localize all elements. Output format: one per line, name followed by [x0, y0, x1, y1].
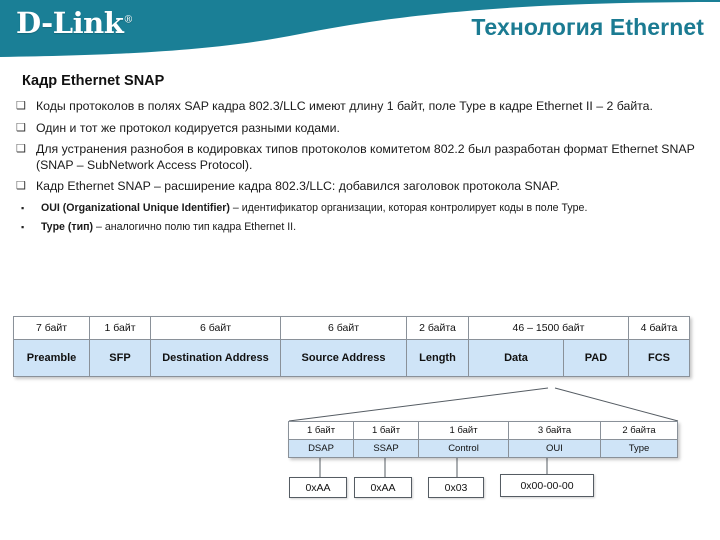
sub-bullet-desc: – идентификатор организации, которая кон…: [229, 201, 588, 214]
frame-size-cell: 6 байт: [281, 317, 407, 339]
value-box-dsap: 0xAA: [289, 477, 347, 498]
sub-bullet-term: Type (тип): [41, 220, 94, 233]
frame-field-sfp: SFP: [90, 340, 151, 376]
bullet-list: ❑ Коды протоколов в полях SAP кадра 802.…: [14, 99, 714, 239]
frame-field-preamble: Preamble: [14, 340, 90, 376]
bullet-text: Один и тот же протокол кодируется разным…: [36, 120, 340, 135]
snap-field-oui: OUI: [509, 440, 601, 457]
bullet-text: Для устранения разнобоя в кодировках тип…: [36, 142, 695, 172]
frame-field-pad: PAD: [564, 340, 629, 376]
frame-field-destination: Destination Address: [151, 340, 281, 376]
list-item: ❑ Кадр Ethernet SNAP – расширение кадра …: [14, 179, 714, 195]
value-box-ssap: 0xAA: [354, 477, 412, 498]
frame-size-cell: 46 – 1500 байт: [469, 317, 629, 339]
snap-header-table: 1 байт 1 байт 1 байт 3 байта 2 байта DSA…: [288, 421, 678, 458]
sub-list-item: ▪ Type (тип) – аналогично полю тип кадра…: [14, 220, 714, 234]
snap-field-ssap: SSAP: [354, 440, 419, 457]
square-bullet-icon: ❑: [16, 121, 26, 134]
square-bullet-icon: ❑: [16, 100, 26, 112]
snap-size-cell: 1 байт: [419, 422, 509, 439]
frame-size-cell: 2 байта: [407, 317, 469, 339]
page-title: Технология Ethernet: [471, 14, 704, 40]
sub-bullet-text: Type (тип) – аналогично полю тип кадра E…: [41, 220, 714, 234]
bullet-text: Кадр Ethernet SNAP – расширение кадра 80…: [36, 179, 560, 193]
frame-field-data: Data: [469, 340, 564, 376]
snap-size-cell: 1 байт: [289, 422, 354, 439]
dot-bullet-icon: ▪: [21, 221, 25, 232]
list-item: ❑ Для устранения разнобоя в кодировках т…: [14, 142, 714, 173]
snap-field-control: Control: [419, 440, 509, 457]
snap-size-cell: 1 байт: [354, 422, 419, 439]
frame-size-cell: 7 байт: [14, 317, 90, 339]
snap-name-row: DSAP SSAP Control OUI Type: [289, 439, 677, 457]
value-box-oui: 0x00-00-00: [500, 474, 594, 497]
frame-name-row: Preamble SFP Destination Address Source …: [14, 339, 689, 376]
slide-header: D-Link® Технология Ethernet: [0, 0, 720, 70]
frame-size-cell: 6 байт: [151, 317, 281, 339]
list-item: ❑ Один и тот же протокол кодируется разн…: [14, 121, 714, 137]
bullet-text: Коды протоколов в полях SAP кадра 802.3/…: [36, 99, 653, 113]
frame-size-row: 7 байт 1 байт 6 байт 6 байт 2 байта 46 –…: [14, 317, 689, 339]
ethernet-frame-table: 7 байт 1 байт 6 байт 6 байт 2 байта 46 –…: [13, 316, 690, 377]
frame-field-source: Source Address: [281, 340, 407, 376]
snap-size-cell: 2 байта: [601, 422, 677, 439]
dlink-logo: D-Link®: [16, 9, 133, 38]
square-bullet-icon: ❑: [16, 180, 26, 192]
frame-field-length: Length: [407, 340, 469, 376]
snap-field-dsap: DSAP: [289, 440, 354, 457]
frame-size-cell: 1 байт: [90, 317, 151, 339]
sub-list-item: ▪ OUI (Organizational Unique Identifier)…: [14, 201, 714, 215]
sub-bullet-text: OUI (Organizational Unique Identifier) –…: [41, 201, 714, 215]
section-title: Кадр Ethernet SNAP: [22, 73, 165, 89]
sub-bullet-desc: – аналогично полю тип кадра Ethernet II.: [93, 220, 297, 233]
snap-field-type: Type: [601, 440, 677, 457]
snap-size-cell: 3 байта: [509, 422, 601, 439]
dlink-logo-text: D-Link: [16, 6, 124, 40]
registered-mark: ®: [123, 14, 133, 26]
snap-size-row: 1 байт 1 байт 1 байт 3 байта 2 байта: [289, 422, 677, 439]
frame-size-cell: 4 байта: [629, 317, 689, 339]
square-bullet-icon: ❑: [16, 143, 26, 155]
frame-field-fcs: FCS: [629, 340, 689, 376]
value-box-control: 0x03: [428, 477, 484, 498]
dot-bullet-icon: ▪: [21, 202, 25, 213]
sub-bullet-term: OUI (Organizational Unique Identifier): [41, 201, 230, 214]
list-item: ❑ Коды протоколов в полях SAP кадра 802.…: [14, 99, 714, 115]
